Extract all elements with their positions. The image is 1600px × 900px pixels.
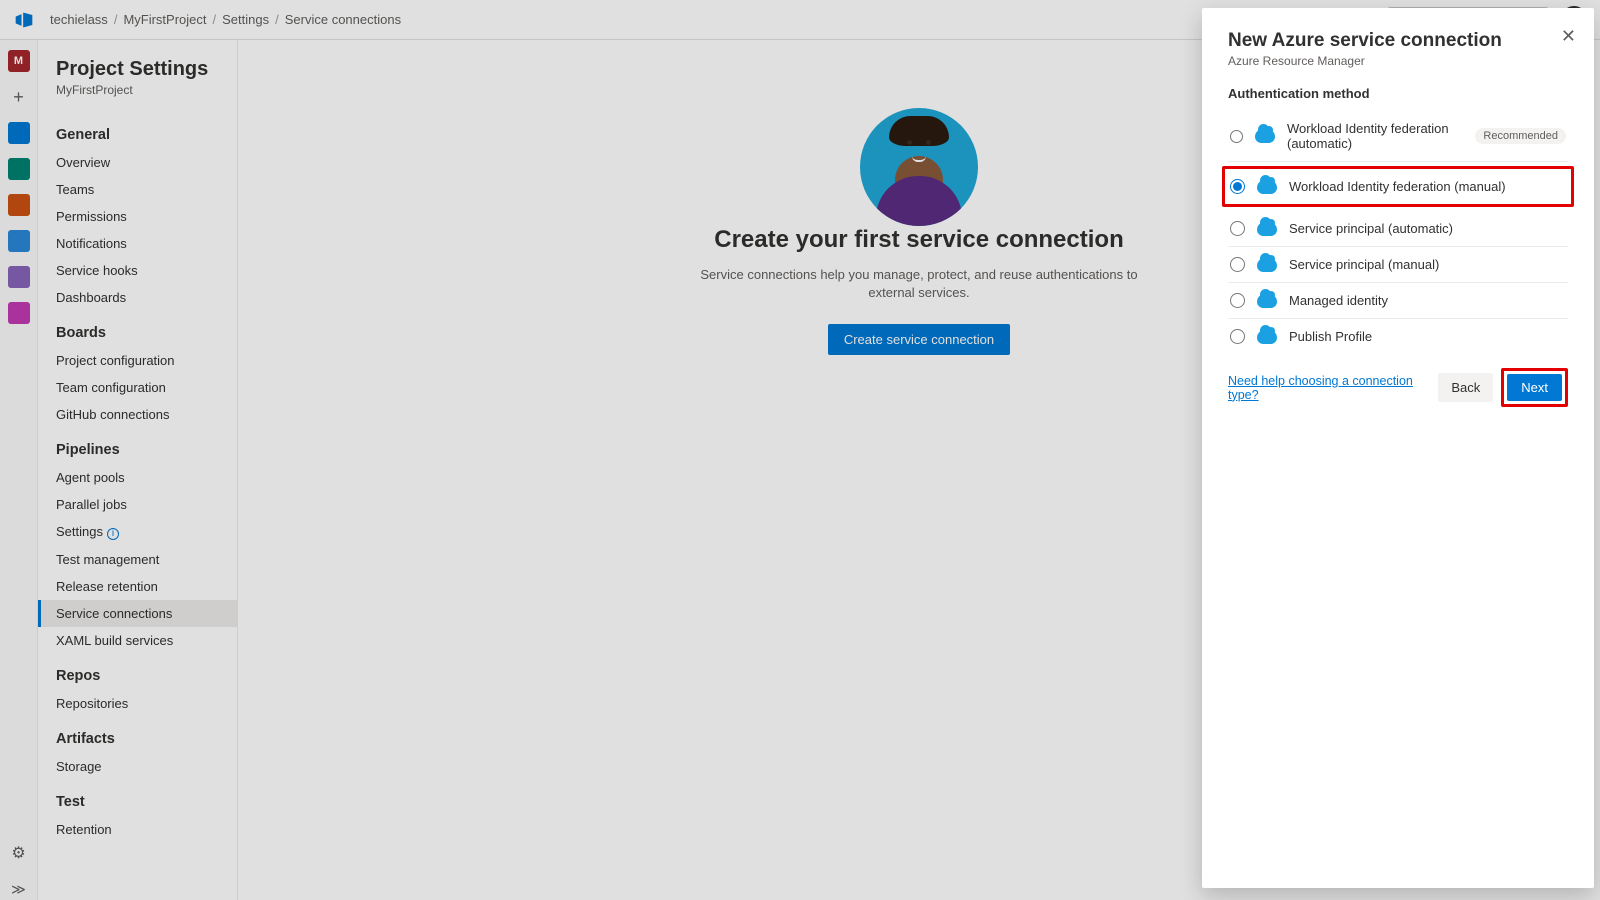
auth-option-label: Service principal (automatic) xyxy=(1289,221,1453,236)
auth-option-label: Publish Profile xyxy=(1289,329,1372,344)
next-button[interactable]: Next xyxy=(1507,374,1562,401)
auth-option-workload-identity-federation-manual-[interactable]: Workload Identity federation (manual) xyxy=(1228,169,1568,204)
breadcrumb-section[interactable]: Settings xyxy=(222,12,269,27)
boards-hub-icon[interactable] xyxy=(8,158,30,180)
sidebar-item-parallel-jobs[interactable]: Parallel jobs xyxy=(38,491,237,518)
sidebar-group-header: Artifacts xyxy=(38,717,237,753)
sidebar-group-header: Boards xyxy=(38,311,237,347)
sidebar-item-overview[interactable]: Overview xyxy=(38,149,237,176)
cloud-icon xyxy=(1257,222,1277,236)
sidebar-item-xaml-build-services[interactable]: XAML build services xyxy=(38,627,237,654)
auth-option-label: Service principal (manual) xyxy=(1289,257,1439,272)
breadcrumb-org[interactable]: techielass xyxy=(50,12,108,27)
settings-sidebar: Project Settings MyFirstProject GeneralO… xyxy=(38,40,238,900)
auth-option-radio[interactable] xyxy=(1230,179,1245,194)
create-service-connection-button[interactable]: Create service connection xyxy=(828,324,1010,355)
sidebar-item-teams[interactable]: Teams xyxy=(38,176,237,203)
sidebar-item-storage[interactable]: Storage xyxy=(38,753,237,780)
empty-state-title: Create your first service connection xyxy=(714,226,1123,254)
auth-option-service-principal-manual-[interactable]: Service principal (manual) xyxy=(1228,247,1568,283)
add-project-icon[interactable]: + xyxy=(8,86,30,108)
sidebar-item-settings[interactable]: Settingsi xyxy=(38,518,237,546)
sidebar-group-header: Repos xyxy=(38,654,237,690)
sidebar-item-dashboards[interactable]: Dashboards xyxy=(38,284,237,311)
cloud-icon xyxy=(1255,129,1275,143)
sidebar-group-header: Pipelines xyxy=(38,428,237,464)
close-panel-button[interactable]: ✕ xyxy=(1561,26,1576,47)
azure-devops-logo-icon[interactable] xyxy=(12,8,36,32)
sidebar-item-test-management[interactable]: Test management xyxy=(38,546,237,573)
cloud-icon xyxy=(1257,258,1277,272)
sidebar-item-github-connections[interactable]: GitHub connections xyxy=(38,401,237,428)
auth-option-workload-identity-federation-automatic-[interactable]: Workload Identity federation (automatic)… xyxy=(1228,111,1568,162)
sidebar-title: Project Settings xyxy=(38,58,237,83)
auth-option-managed-identity[interactable]: Managed identity xyxy=(1228,283,1568,319)
highlighted-option-box: Workload Identity federation (manual) xyxy=(1222,166,1574,207)
auth-option-label: Workload Identity federation (automatic) xyxy=(1287,121,1463,151)
info-icon: i xyxy=(107,528,119,540)
sidebar-item-notifications[interactable]: Notifications xyxy=(38,230,237,257)
sidebar-item-project-configuration[interactable]: Project configuration xyxy=(38,347,237,374)
breadcrumb-page[interactable]: Service connections xyxy=(285,12,401,27)
auth-method-heading: Authentication method xyxy=(1228,86,1568,101)
breadcrumb-project[interactable]: MyFirstProject xyxy=(123,12,206,27)
empty-state-illustration xyxy=(860,108,978,226)
recommended-badge: Recommended xyxy=(1475,128,1566,144)
overview-hub-icon[interactable] xyxy=(8,122,30,144)
sidebar-item-permissions[interactable]: Permissions xyxy=(38,203,237,230)
auth-option-label: Workload Identity federation (manual) xyxy=(1289,179,1506,194)
auth-option-publish-profile[interactable]: Publish Profile xyxy=(1228,319,1568,354)
testplans-hub-icon[interactable] xyxy=(8,266,30,288)
sidebar-item-service-hooks[interactable]: Service hooks xyxy=(38,257,237,284)
auth-option-radio[interactable] xyxy=(1230,257,1245,272)
breadcrumb: techielass/ MyFirstProject/ Settings/ Se… xyxy=(50,12,401,27)
sidebar-item-agent-pools[interactable]: Agent pools xyxy=(38,464,237,491)
sidebar-project-name: MyFirstProject xyxy=(38,83,237,113)
sidebar-item-release-retention[interactable]: Release retention xyxy=(38,573,237,600)
auth-option-radio[interactable] xyxy=(1230,129,1243,144)
collapse-rail-icon[interactable]: ≫ xyxy=(8,878,30,900)
panel-subtitle: Azure Resource Manager xyxy=(1228,54,1568,68)
empty-state-description: Service connections help you manage, pro… xyxy=(699,266,1139,302)
pipelines-hub-icon[interactable] xyxy=(8,230,30,252)
sidebar-group-header: General xyxy=(38,113,237,149)
auth-option-label: Managed identity xyxy=(1289,293,1388,308)
repos-hub-icon[interactable] xyxy=(8,194,30,216)
auth-option-radio[interactable] xyxy=(1230,221,1245,236)
help-choosing-link[interactable]: Need help choosing a connection type? xyxy=(1228,374,1438,402)
new-service-connection-panel: ✕ New Azure service connection Azure Res… xyxy=(1202,8,1594,888)
cloud-icon xyxy=(1257,294,1277,308)
panel-title: New Azure service connection xyxy=(1228,30,1568,52)
highlighted-next-box: Next xyxy=(1501,368,1568,407)
back-button[interactable]: Back xyxy=(1438,373,1493,402)
sidebar-item-team-configuration[interactable]: Team configuration xyxy=(38,374,237,401)
left-rail: M + ⚙ ≫ xyxy=(0,40,38,900)
artifacts-hub-icon[interactable] xyxy=(8,302,30,324)
auth-option-radio[interactable] xyxy=(1230,329,1245,344)
sidebar-item-service-connections[interactable]: Service connections xyxy=(38,600,237,627)
project-tile[interactable]: M xyxy=(8,50,30,72)
cloud-icon xyxy=(1257,180,1277,194)
sidebar-group-header: Test xyxy=(38,780,237,816)
sidebar-item-repositories[interactable]: Repositories xyxy=(38,690,237,717)
auth-option-radio[interactable] xyxy=(1230,293,1245,308)
cloud-icon xyxy=(1257,330,1277,344)
project-settings-icon[interactable]: ⚙ xyxy=(8,842,30,864)
auth-option-service-principal-automatic-[interactable]: Service principal (automatic) xyxy=(1228,211,1568,247)
sidebar-item-retention[interactable]: Retention xyxy=(38,816,237,843)
